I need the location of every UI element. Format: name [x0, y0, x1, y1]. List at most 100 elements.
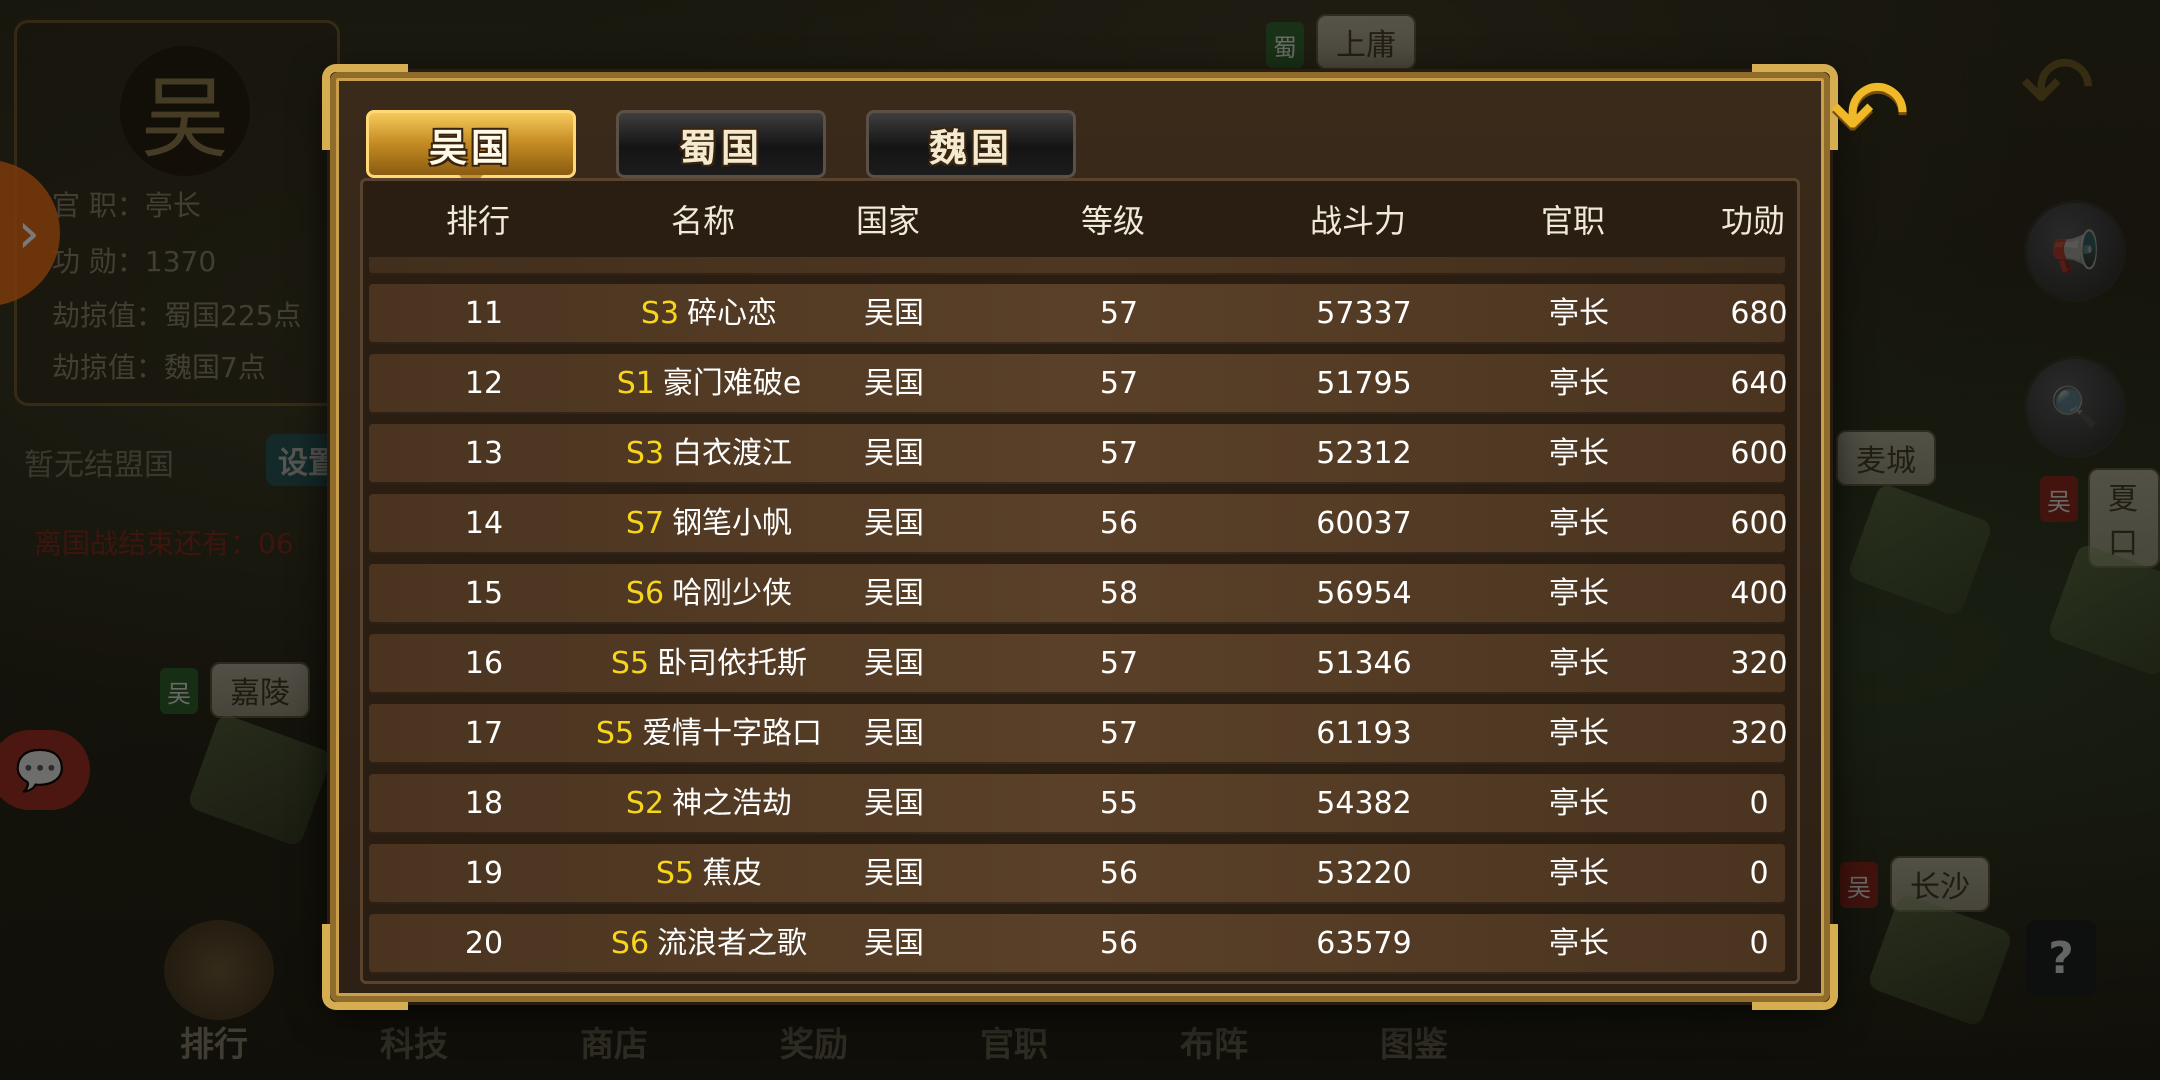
country-cell: 吴国	[864, 716, 924, 751]
player-name: 别梦	[702, 257, 762, 262]
post-cell: 亭长	[1549, 366, 1609, 401]
rank-cell: 17	[464, 716, 504, 751]
post-cell: 亭长	[1549, 436, 1609, 471]
level-cell: 55	[1099, 786, 1139, 821]
table-row[interactable]: 11 S3 碎心恋 吴国 57 57337 亭长 680	[369, 284, 1788, 344]
column-header-power: 战斗力	[1309, 202, 1406, 240]
merit-cell: 320	[1730, 646, 1788, 681]
country-cell: 吴国	[864, 576, 924, 611]
column-header-level: 等级	[1080, 202, 1145, 240]
merit-cell: 720	[1659, 257, 1797, 275]
post-cell: 亭长	[1549, 296, 1609, 331]
post-cell: 亭长	[1549, 786, 1609, 821]
column-header-name: 名称	[670, 202, 735, 240]
table-row[interactable]: 16 S5 卧司依托斯 吴国 57 51346 亭长 320	[369, 634, 1788, 694]
level-cell: 56	[1099, 506, 1139, 541]
post-cell: 亭长	[1549, 716, 1609, 751]
player-name: 蕉皮	[702, 856, 763, 891]
power-cell: 54382	[1316, 786, 1412, 821]
merit-cell: 400	[1730, 576, 1788, 611]
merit-cell: 0	[1749, 926, 1769, 961]
rank-cell: 15	[464, 576, 504, 611]
country-cell: 吴国	[819, 257, 969, 275]
name-cell: S3 白衣渡江	[579, 424, 839, 484]
player-name: 哈刚少侠	[672, 576, 793, 611]
rank-cell: 11	[464, 296, 504, 331]
back-arrow-icon[interactable]: ↶	[1830, 64, 1910, 164]
player-name: 神之浩劫	[672, 786, 793, 821]
table-row[interactable]: 13 S3 白衣渡江 吴国 57 52312 亭长 600	[369, 424, 1788, 484]
post-cell: 亭长	[1549, 506, 1609, 541]
tab-wu[interactable]: 吴国	[366, 110, 576, 189]
table-row[interactable]: 19 S5 蕉皮 吴国 56 53220 亭长 0	[369, 844, 1785, 904]
power-cell: 57337	[1316, 296, 1412, 331]
player-name: 流浪者之歌	[657, 926, 808, 961]
rank-cell: 12	[464, 366, 504, 401]
player-name: 豪门难破e	[662, 366, 802, 401]
post-cell: 亭长	[1549, 926, 1609, 961]
name-cell: S5 爱情十字路口	[579, 704, 839, 764]
merit-cell: 0	[1749, 856, 1769, 891]
ranking-table[interactable]: 排行 名称 国家 等级 战斗力 官职 功勋 10 S4别梦 吴国 57 5812…	[360, 178, 1800, 984]
country-cell: 吴国	[864, 506, 924, 541]
name-cell: S6 流浪者之歌	[579, 914, 839, 974]
table-row[interactable]: 20 S6 流浪者之歌 吴国 56 63579 亭长 0	[369, 914, 1785, 974]
table-row[interactable]: 18 S2 神之浩劫 吴国 55 54382 亭长 0	[369, 774, 1785, 834]
power-cell: 56954	[1316, 576, 1412, 611]
power-cell: 63579	[1316, 926, 1412, 961]
column-header-merit: 功勋	[1720, 202, 1785, 240]
level-cell: 57	[1099, 716, 1139, 751]
server-tag: S3	[625, 436, 665, 471]
table-row[interactable]: 17 S5 爱情十字路口 吴国 57 61193 亭长 320	[369, 704, 1788, 764]
name-cell: S2 神之浩劫	[579, 774, 839, 834]
frame-corner	[1752, 64, 1838, 150]
server-tag: S6	[610, 926, 650, 961]
country-cell: 吴国	[864, 646, 924, 681]
country-cell: 吴国	[864, 856, 924, 891]
server-tag: S5	[595, 716, 635, 751]
column-header-post: 官职	[1540, 202, 1605, 240]
name-cell: S5 蕉皮	[579, 844, 839, 904]
post-cell: 亭长	[1479, 257, 1679, 275]
name-cell: S3 碎心恋	[579, 284, 839, 344]
level-cell: 58	[1099, 576, 1139, 611]
name-cell: S1 豪门难破e	[579, 354, 839, 414]
player-name: 白衣渡江	[672, 436, 793, 471]
table-row[interactable]: 10 S4别梦 吴国 57 58121 亭长 720	[369, 257, 1788, 275]
power-cell: 53220	[1316, 856, 1412, 891]
country-cell: 吴国	[864, 436, 924, 471]
power-cell: 51795	[1316, 366, 1412, 401]
table-row[interactable]: 14 S7 钢笔小帆 吴国 56 60037 亭长 600	[369, 494, 1788, 554]
tab-wei[interactable]: 魏国	[866, 110, 1076, 178]
tab-shu[interactable]: 蜀国	[616, 110, 826, 178]
rank-cell: 10	[419, 257, 549, 275]
name-cell: S4 别梦	[579, 257, 839, 275]
rank-cell: 19	[464, 856, 504, 891]
server-tag: S2	[625, 786, 665, 821]
country-cell: 吴国	[864, 366, 924, 401]
level-cell: 57	[1099, 296, 1139, 331]
player-name: 卧司依托斯	[657, 646, 808, 681]
post-cell: 亭长	[1549, 576, 1609, 611]
level-cell: 56	[1099, 926, 1139, 961]
rank-cell: 16	[464, 646, 504, 681]
power-cell: 58121	[1249, 257, 1479, 275]
table-row[interactable]: 15 S6 哈刚少侠 吴国 58 56954 亭长 400	[369, 564, 1788, 624]
table-header: 排行 名称 国家 等级 战斗力 官职 功勋	[363, 181, 1797, 257]
merit-cell: 640	[1730, 366, 1788, 401]
power-cell: 51346	[1316, 646, 1412, 681]
level-cell: 57	[1099, 646, 1139, 681]
player-name: 碎心恋	[687, 296, 778, 331]
power-cell: 52312	[1316, 436, 1412, 471]
player-name: 爱情十字路口	[642, 716, 823, 751]
server-tag: S3	[640, 296, 680, 331]
rank-cell: 20	[464, 926, 504, 961]
country-cell: 吴国	[864, 296, 924, 331]
merit-cell: 680	[1730, 296, 1788, 331]
country-cell: 吴国	[864, 926, 924, 961]
column-header-rank: 排行	[445, 202, 510, 240]
table-row[interactable]: 12 S1 豪门难破e 吴国 57 51795 亭长 640	[369, 354, 1788, 414]
server-tag: S5	[655, 856, 695, 891]
table-body[interactable]: 10 S4别梦 吴国 57 58121 亭长 720 11 S3碎心恋 吴国 5…	[363, 257, 1797, 981]
server-tag: S1	[616, 366, 655, 401]
